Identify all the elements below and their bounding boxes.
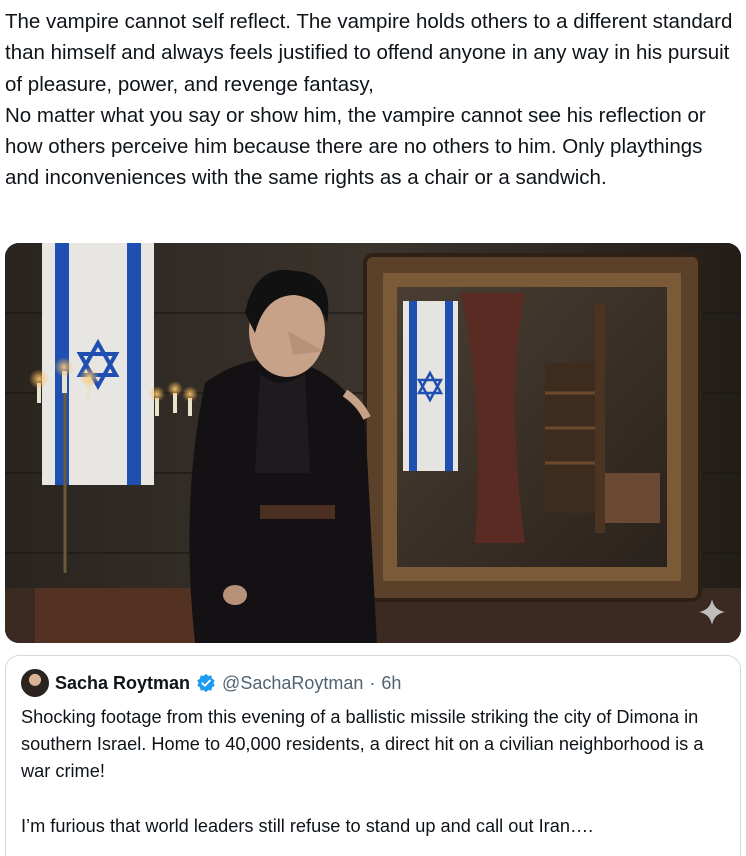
quoted-post-header: Sacha Roytman @SachaRoytman · 6h xyxy=(21,668,401,698)
post-text: The vampire cannot self reflect. The vam… xyxy=(5,10,733,190)
quoted-post-text: Shocking footage from this evening of a … xyxy=(21,707,704,836)
mirror xyxy=(363,253,702,602)
separator-dot: · xyxy=(369,672,376,693)
avatar[interactable] xyxy=(21,669,49,697)
quoted-post[interactable]: Sacha Roytman @SachaRoytman · 6h Shockin… xyxy=(5,655,741,856)
author-handle[interactable]: @SachaRoytman xyxy=(222,673,363,694)
post-image[interactable] xyxy=(5,243,741,643)
post-timestamp[interactable]: 6h xyxy=(381,673,401,694)
verified-badge-icon xyxy=(197,673,215,693)
author-name[interactable]: Sacha Roytman xyxy=(55,673,190,694)
vampire-mirror-illustration xyxy=(5,243,741,643)
